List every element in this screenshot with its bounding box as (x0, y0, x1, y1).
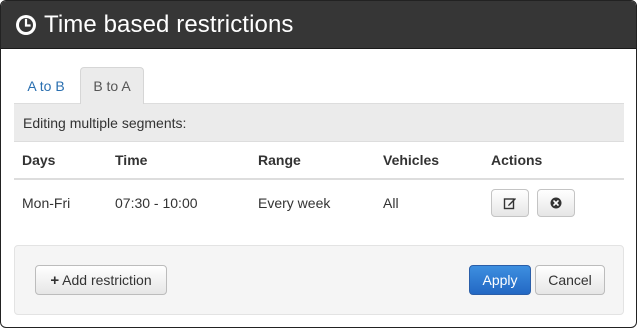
cell-range: Every week (258, 194, 331, 211)
direction-tabs: A to B B to A (14, 67, 624, 104)
restrictions-panel: Editing multiple segments: Days Time Ran… (14, 104, 624, 226)
clock-icon (14, 13, 38, 37)
apply-button[interactable]: Apply (469, 265, 531, 295)
column-header-range: Range (250, 142, 375, 180)
edit-icon (503, 197, 516, 209)
add-restriction-label: Add restriction (62, 272, 152, 288)
column-header-time: Time (107, 142, 250, 180)
cancel-button[interactable]: Cancel (535, 265, 605, 295)
dialog-titlebar: Time based restrictions (1, 1, 636, 49)
time-restrictions-dialog: Time based restrictions A to B B to A Ed… (0, 0, 637, 328)
cell-days: Mon-Fri (22, 194, 71, 211)
column-header-vehicles: Vehicles (375, 142, 483, 180)
edit-restriction-button[interactable] (491, 188, 529, 217)
column-header-days: Days (14, 142, 107, 180)
tab-b-to-a[interactable]: B to A (80, 67, 144, 104)
cell-time: 07:30 - 10:00 (115, 194, 198, 211)
add-restriction-button[interactable]: + Add restriction (35, 265, 167, 295)
tab-a-to-b[interactable]: A to B (14, 67, 78, 104)
remove-restriction-button[interactable] (536, 188, 575, 217)
restrictions-table: Days Time Range Vehicles Actions Mon-Fri… (14, 142, 624, 225)
table-header-row: Days Time Range Vehicles Actions (14, 142, 624, 180)
column-header-actions: Actions (483, 142, 624, 180)
cell-actions (483, 179, 624, 225)
cell-vehicles: All (383, 194, 399, 211)
panel-heading: Editing multiple segments: (14, 104, 624, 142)
table-row: Mon-Fri 07:30 - 10:00 Every week All (14, 179, 624, 225)
remove-icon (550, 197, 562, 208)
dialog-title: Time based restrictions (44, 10, 294, 38)
dialog-footer: + Add restriction Apply Cancel (14, 245, 624, 315)
plus-icon: + (50, 271, 60, 289)
